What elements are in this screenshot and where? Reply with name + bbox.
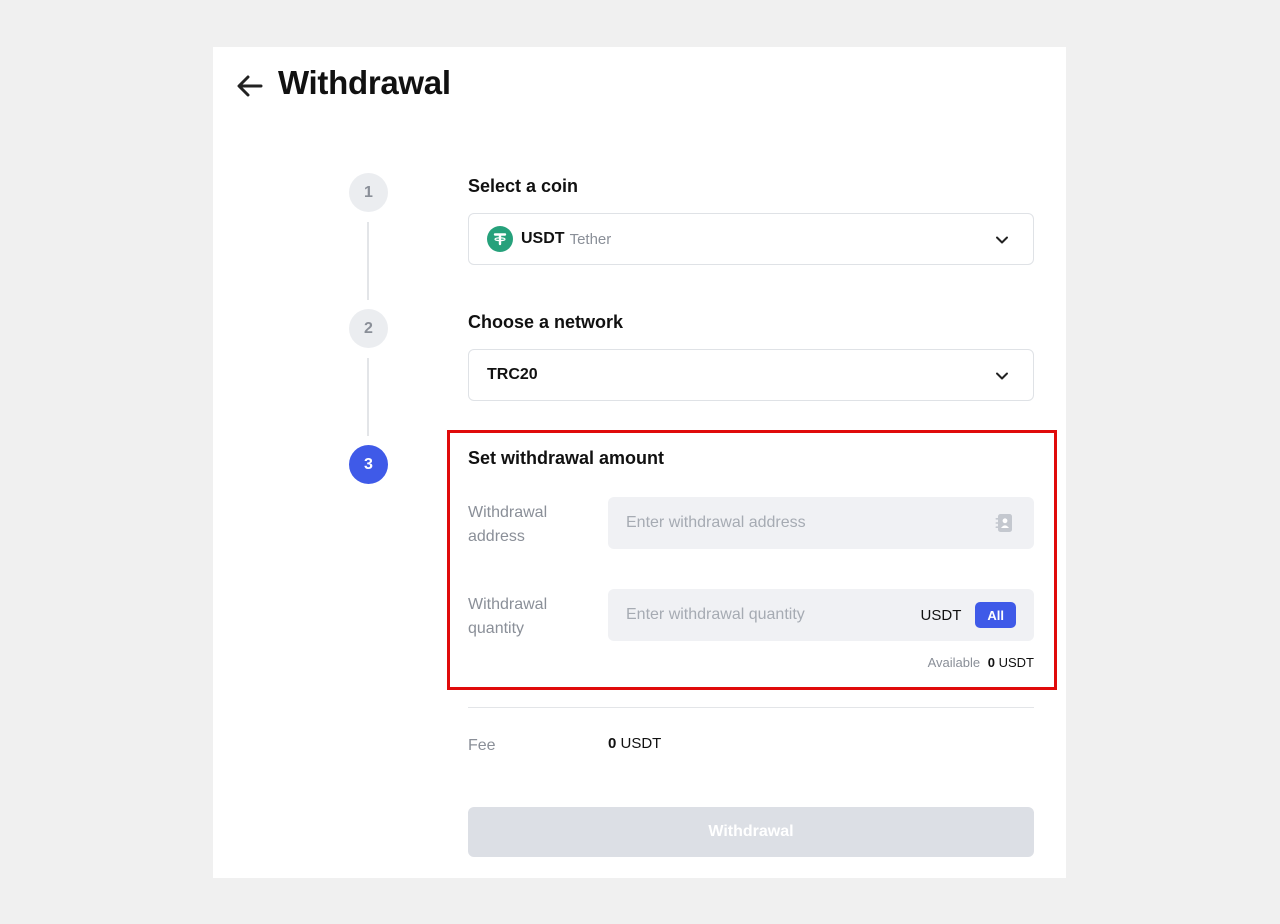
coin-name: Tether	[569, 230, 612, 248]
page-title: Withdrawal	[278, 64, 451, 101]
available-amount: 0	[987, 655, 995, 670]
all-button[interactable]: All	[975, 602, 1016, 628]
choose-network-title: Choose a network	[468, 312, 624, 332]
chevron-down-icon	[996, 372, 1008, 380]
quantity-unit: USDT	[920, 606, 962, 624]
coin-symbol: USDT	[521, 230, 565, 247]
available-balance: Available 0 USDT	[928, 655, 1034, 670]
set-amount-title: Set withdrawal amount	[468, 448, 665, 468]
withdrawal-address-field[interactable]	[608, 497, 1034, 549]
withdrawal-address-input[interactable]	[626, 514, 992, 532]
label-line: Withdrawal	[468, 504, 548, 521]
step-3-indicator: 3	[349, 445, 388, 484]
step-connector	[367, 222, 369, 300]
step-connector	[367, 358, 369, 436]
label-line: quantity	[468, 620, 525, 637]
withdrawal-quantity-label: Withdrawal quantity	[468, 593, 588, 641]
fee-unit: USDT	[620, 735, 662, 752]
fee-amount: 0	[608, 735, 617, 752]
label-line: Withdrawal	[468, 596, 548, 613]
network-value: TRC20	[487, 366, 538, 383]
select-coin-title: Select a coin	[468, 176, 579, 196]
chevron-down-icon	[996, 236, 1008, 244]
withdrawal-address-label: Withdrawal address	[468, 501, 588, 549]
coin-select[interactable]: USDT Tether	[468, 213, 1034, 265]
fee-label: Fee	[468, 737, 496, 754]
network-select[interactable]: TRC20	[468, 349, 1034, 401]
divider	[468, 707, 1034, 708]
address-book-icon[interactable]	[992, 511, 1016, 535]
back-button[interactable]	[234, 70, 266, 102]
fee-value: 0 USDT	[608, 735, 661, 752]
step-1-indicator: 1	[349, 173, 388, 212]
withdrawal-quantity-input[interactable]	[626, 606, 921, 624]
label-line: address	[468, 528, 525, 545]
available-unit: USDT	[998, 655, 1034, 670]
withdrawal-quantity-field[interactable]: USDT All	[608, 589, 1034, 641]
available-label: Available	[927, 655, 981, 670]
step-2-indicator: 2	[349, 309, 388, 348]
withdrawal-submit-button[interactable]: Withdrawal	[468, 807, 1034, 857]
arrow-left-icon	[237, 75, 263, 97]
tether-icon	[487, 226, 513, 252]
